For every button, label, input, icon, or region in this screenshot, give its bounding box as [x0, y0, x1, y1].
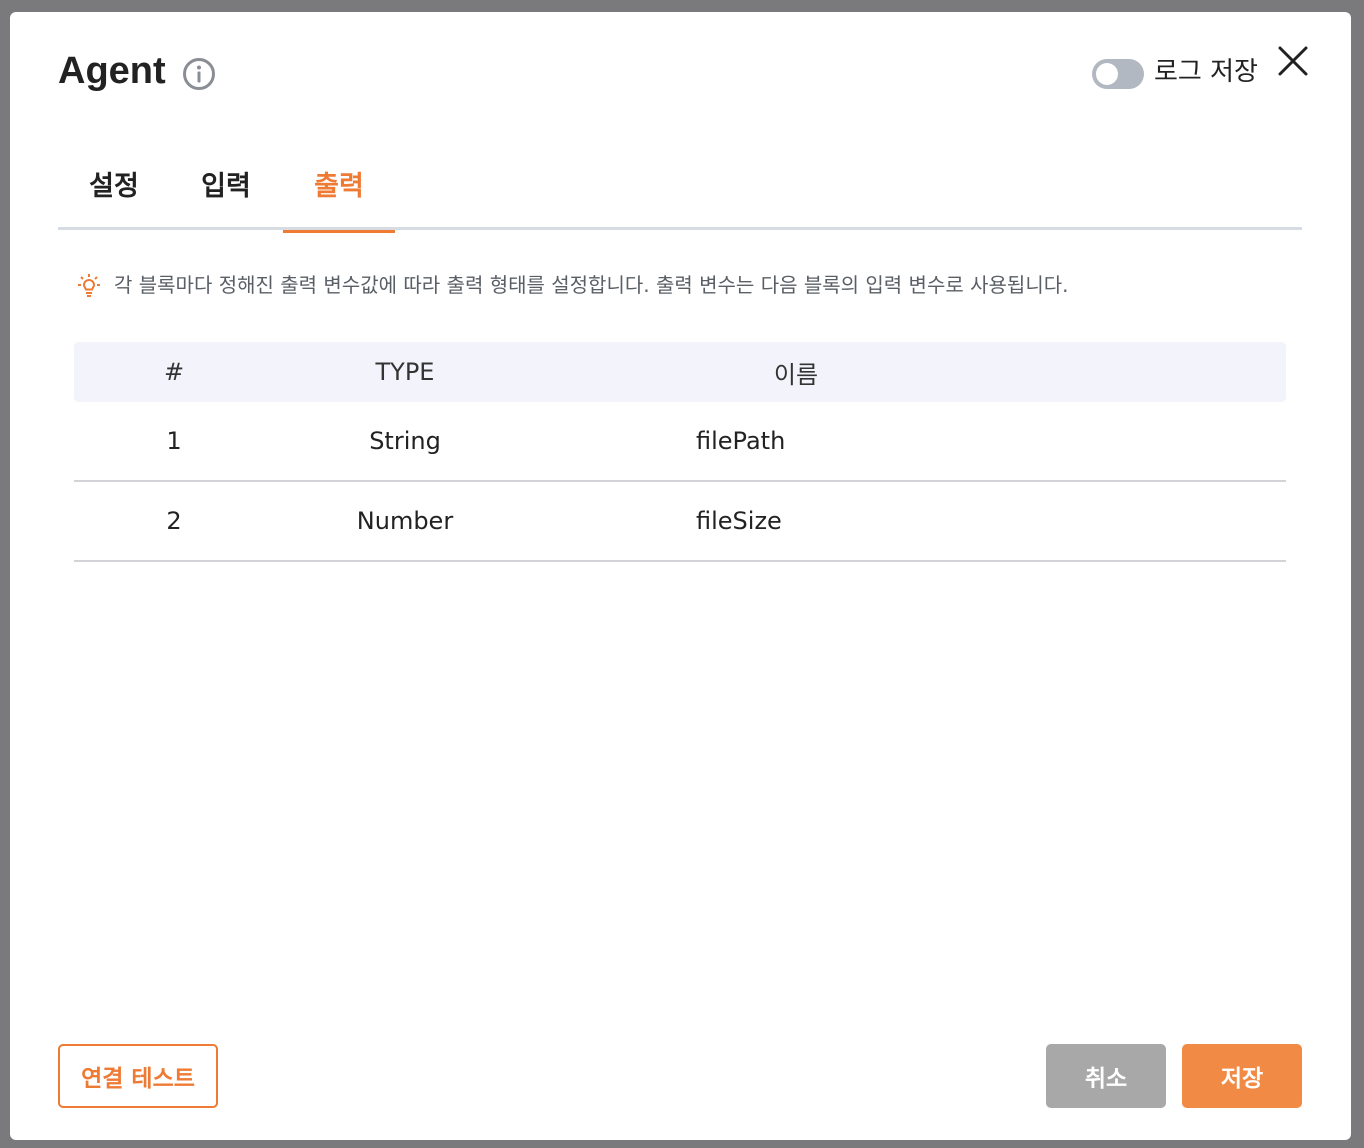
log-save-label: 로그 저장 — [1154, 57, 1258, 87]
row-name: fileSize — [696, 507, 782, 535]
agent-settings-modal: Agent 로그 저장 설정 입력 출력 각 블록마다 정해진 출력 변수값에 … — [10, 12, 1351, 1140]
row-name: filePath — [696, 427, 786, 455]
row-index: 1 — [166, 427, 182, 455]
row-index: 2 — [166, 507, 182, 535]
log-save-toggle[interactable] — [1092, 59, 1144, 89]
header-type: TYPE — [375, 358, 435, 386]
connection-test-button[interactable]: 연결 테스트 — [58, 1044, 218, 1108]
table-row: 2 Number fileSize — [74, 482, 1286, 562]
tab-input[interactable]: 입력 — [170, 166, 282, 230]
info-icon[interactable] — [182, 57, 216, 91]
row-type: String — [369, 427, 441, 455]
tab-bar: 설정 입력 출력 — [58, 166, 1302, 233]
output-notice: 각 블록마다 정해진 출력 변수값에 따라 출력 형태를 설정합니다. 출력 변… — [114, 273, 1069, 297]
save-button[interactable]: 저장 — [1182, 1044, 1302, 1108]
output-variable-table: # TYPE 이름 1 String filePath 2 Number fil… — [74, 342, 1286, 562]
row-type: Number — [356, 507, 454, 535]
toggle-knob — [1096, 63, 1118, 85]
cancel-button[interactable]: 취소 — [1046, 1044, 1166, 1108]
modal-title: Agent — [58, 50, 166, 92]
tab-output[interactable]: 출력 — [283, 166, 395, 233]
table-row: 1 String filePath — [74, 402, 1286, 482]
table-header: # TYPE 이름 — [74, 342, 1286, 402]
tab-settings[interactable]: 설정 — [58, 166, 170, 230]
header-index: # — [163, 358, 185, 386]
lightbulb-icon — [78, 274, 100, 297]
close-icon[interactable] — [1276, 44, 1310, 78]
header-name: 이름 — [773, 360, 819, 389]
